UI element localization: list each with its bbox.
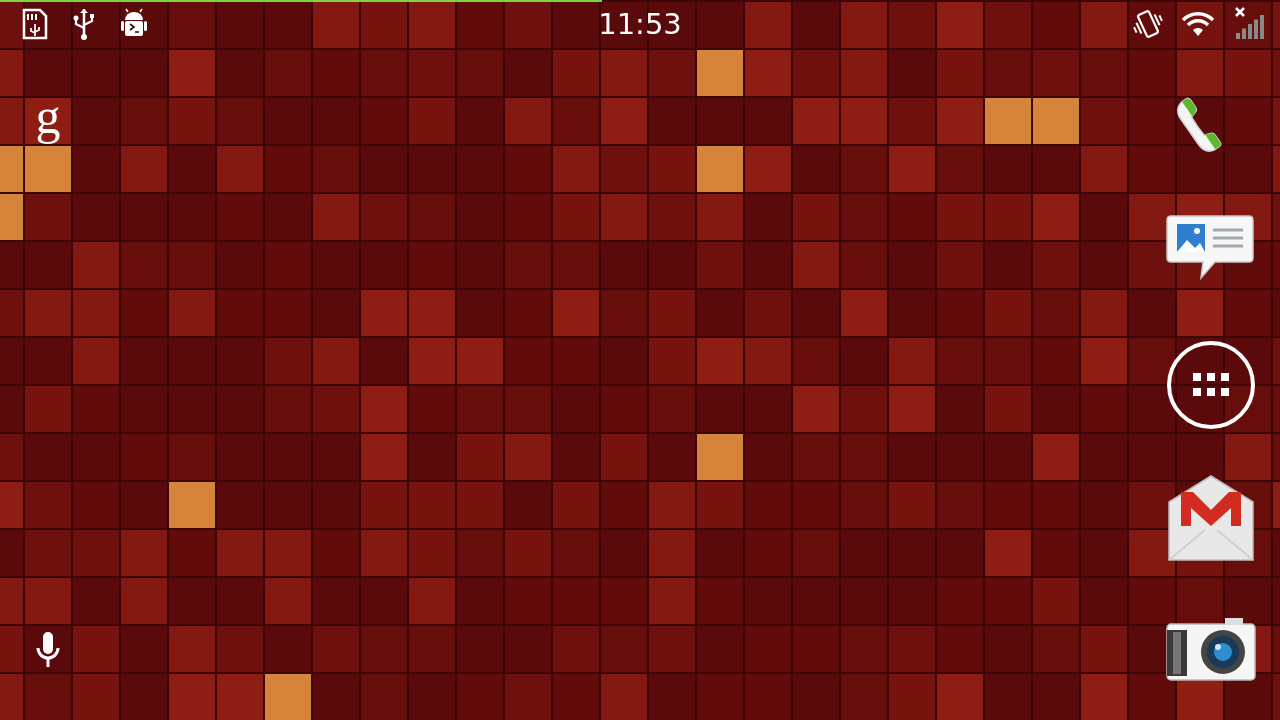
signal-icon [1230,6,1266,42]
home-screen: g [0,48,1280,720]
app-drawer-icon [1165,340,1257,430]
voice-search-button[interactable] [24,626,72,674]
vibrate-icon [1130,6,1166,42]
gmail-icon [1165,474,1257,564]
apps-shortcut[interactable] [1165,340,1257,430]
usb-icon [66,6,102,42]
camera-shortcut[interactable] [1165,608,1257,698]
phone-shortcut[interactable] [1165,72,1257,162]
google-search[interactable]: g [32,92,65,144]
messaging-icon [1165,206,1257,296]
notification-icons [16,6,152,42]
system-icons [1130,6,1266,42]
phone-icon [1165,72,1257,162]
gmail-shortcut[interactable] [1165,474,1257,564]
search-bar: g [0,48,96,720]
clock: 11:53 [0,0,1280,48]
camera-icon [1165,608,1257,698]
messaging-shortcut[interactable] [1165,206,1257,296]
status-bar: 11:53 [0,0,1280,48]
progress-fill [0,0,602,2]
progress-track [0,0,1280,2]
wifi-icon [1180,6,1216,42]
wallpaper [0,0,1280,720]
microphone-icon [24,626,72,674]
sd-usb-icon [16,6,52,42]
android-debug-icon [116,6,152,42]
dock [1160,48,1280,720]
